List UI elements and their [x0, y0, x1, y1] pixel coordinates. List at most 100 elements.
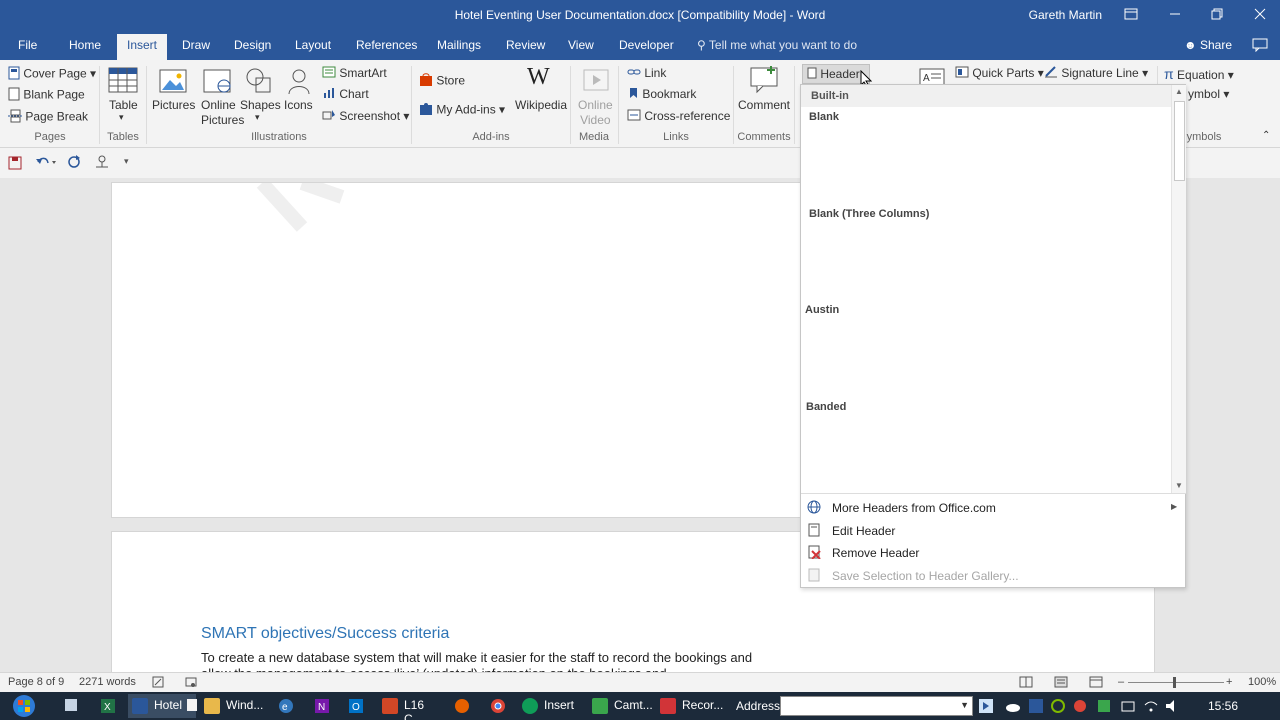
tab-mailings[interactable]: Mailings	[437, 38, 481, 60]
blank-page-button[interactable]: Blank Page	[8, 87, 85, 104]
tell-me-search[interactable]: ⚲ Tell me what you want to do	[697, 38, 857, 52]
zoom-out-icon[interactable]: –	[1118, 676, 1124, 688]
taskbar-explorer[interactable]: Wind...	[200, 694, 268, 718]
address-input[interactable]: ▼	[780, 696, 973, 716]
smartart-button[interactable]: SmartArt	[322, 66, 387, 81]
tab-view[interactable]: View	[568, 38, 594, 60]
firefox-icon[interactable]	[454, 698, 470, 717]
show-desktop-icon[interactable]	[64, 698, 78, 715]
shapes-dropdown-icon[interactable]: ▾	[255, 112, 260, 123]
web-layout-icon[interactable]	[1089, 676, 1103, 691]
zoom-level[interactable]: 100%	[1248, 676, 1276, 688]
scroll-down-icon[interactable]: ▼	[1175, 481, 1183, 490]
wifi-icon[interactable]	[1143, 698, 1159, 717]
undo-icon[interactable]	[35, 155, 57, 172]
redo-icon[interactable]	[67, 155, 81, 172]
scrollbar-thumb[interactable]	[1174, 101, 1185, 181]
tab-design[interactable]: Design	[234, 38, 271, 60]
header-option-blank-three-columns[interactable]: Blank (Three Columns)	[809, 208, 929, 220]
zoom-slider[interactable]	[1128, 682, 1224, 683]
shapes-icon[interactable]	[244, 66, 274, 96]
taskbar-recorder[interactable]: Recor...	[656, 694, 723, 718]
store-button[interactable]: Store	[419, 73, 465, 90]
onedrive-icon[interactable]	[1005, 698, 1021, 717]
volume-icon[interactable]	[1164, 698, 1180, 717]
remove-header-menu-item[interactable]: Remove Header	[832, 546, 919, 560]
gallery-scrollbar[interactable]: ▲ ▼	[1171, 85, 1186, 493]
online-pictures-button[interactable]: Online Pictures	[201, 98, 244, 127]
comment-button[interactable]: Comment	[738, 98, 790, 112]
tray-green-icon[interactable]	[1096, 698, 1112, 717]
read-mode-icon[interactable]	[1019, 676, 1033, 691]
save-icon[interactable]	[8, 156, 22, 173]
proofing-icon[interactable]	[152, 676, 164, 691]
tab-developer[interactable]: Developer	[619, 38, 674, 60]
taskbar-camtasia[interactable]: Camt...	[588, 694, 653, 718]
macro-record-icon[interactable]	[185, 676, 197, 691]
bookmark-button[interactable]: Bookmark	[627, 87, 696, 102]
address-go-icon[interactable]	[978, 698, 994, 717]
zoom-slider-thumb[interactable]	[1173, 677, 1176, 688]
tab-draw[interactable]: Draw	[182, 38, 210, 60]
wikipedia-button[interactable]: Wikipedia	[515, 98, 567, 112]
screenshot-button[interactable]: Screenshot ▾	[322, 109, 409, 124]
tab-home[interactable]: Home	[69, 38, 101, 60]
edit-header-menu-item[interactable]: Edit Header	[832, 524, 895, 538]
edge-browser-icon[interactable]: e	[278, 698, 294, 717]
wikipedia-icon[interactable]: W	[527, 64, 550, 91]
share-button[interactable]: ☻ Share	[1184, 38, 1232, 52]
taskbar-chrome[interactable]: Insert ...	[518, 694, 582, 720]
comments-icon[interactable]	[1252, 38, 1268, 55]
online-pictures-icon[interactable]	[202, 66, 232, 96]
online-video-button[interactable]: Online Video	[578, 98, 613, 127]
start-button-icon[interactable]	[6, 694, 42, 718]
header-option-blank[interactable]: Blank	[809, 111, 839, 123]
symbol-button[interactable]: ymbol ▾	[1188, 87, 1229, 101]
online-video-icon[interactable]	[581, 66, 611, 96]
tray-app-icon[interactable]	[1028, 698, 1044, 717]
page-break-button[interactable]: Page Break	[8, 109, 88, 126]
tab-references[interactable]: References	[356, 38, 417, 60]
taskbar-powerpoint[interactable]: L16 C...	[378, 694, 440, 720]
quick-parts-button[interactable]: Quick Parts ▾	[955, 66, 1044, 81]
icons-icon[interactable]	[284, 66, 314, 96]
address-dropdown-icon[interactable]: ▼	[960, 700, 969, 710]
customize-qat-icon[interactable]: ▾	[124, 156, 129, 167]
scroll-up-icon[interactable]: ▲	[1175, 87, 1183, 96]
signature-line-button[interactable]: Signature Line ▾	[1044, 66, 1148, 81]
pictures-icon[interactable]	[158, 66, 188, 96]
sync-icon[interactable]	[1050, 698, 1066, 717]
tab-file[interactable]: File	[18, 38, 37, 60]
chrome-icon[interactable]	[490, 698, 506, 717]
tab-insert[interactable]: Insert	[117, 34, 168, 60]
my-addins-button[interactable]: My Add-ins ▾	[419, 102, 505, 119]
icons-button[interactable]: Icons	[284, 98, 313, 112]
page-count[interactable]: Page 8 of 9	[8, 676, 64, 688]
comment-icon[interactable]	[749, 64, 779, 94]
equation-button[interactable]: π Equation ▾	[1164, 66, 1234, 82]
table-dropdown-icon[interactable]: ▾	[119, 112, 124, 123]
table-button[interactable]: Table	[109, 98, 138, 112]
close-icon[interactable]	[1245, 4, 1275, 26]
collapse-ribbon-icon[interactable]: ⌃	[1262, 130, 1270, 141]
link-button[interactable]: Link	[627, 66, 666, 81]
chart-button[interactable]: Chart	[322, 87, 369, 102]
onenote-icon[interactable]: N	[314, 698, 330, 717]
document-heading[interactable]: SMART objectives/Success criteria	[201, 625, 449, 643]
tab-layout[interactable]: Layout	[295, 38, 331, 60]
chrome-tray-icon[interactable]	[1072, 698, 1088, 717]
excel-icon[interactable]: X	[100, 698, 116, 717]
header-option-austin[interactable]: Austin	[805, 304, 839, 316]
touch-mode-icon[interactable]	[94, 155, 110, 172]
tab-review[interactable]: Review	[506, 38, 545, 60]
user-name[interactable]: Gareth Martin	[1029, 8, 1102, 22]
restore-icon[interactable]	[1202, 4, 1232, 26]
shapes-button[interactable]: Shapes	[240, 98, 281, 112]
print-layout-icon[interactable]	[1054, 676, 1068, 691]
more-headers-menu-item[interactable]: More Headers from Office.com	[832, 501, 996, 515]
word-count[interactable]: 2271 words	[79, 676, 136, 688]
clock-time[interactable]: 15:56	[1208, 699, 1238, 713]
zoom-in-icon[interactable]: +	[1226, 676, 1232, 688]
ribbon-display-icon[interactable]	[1116, 4, 1146, 26]
header-option-banded[interactable]: Banded	[806, 401, 846, 413]
